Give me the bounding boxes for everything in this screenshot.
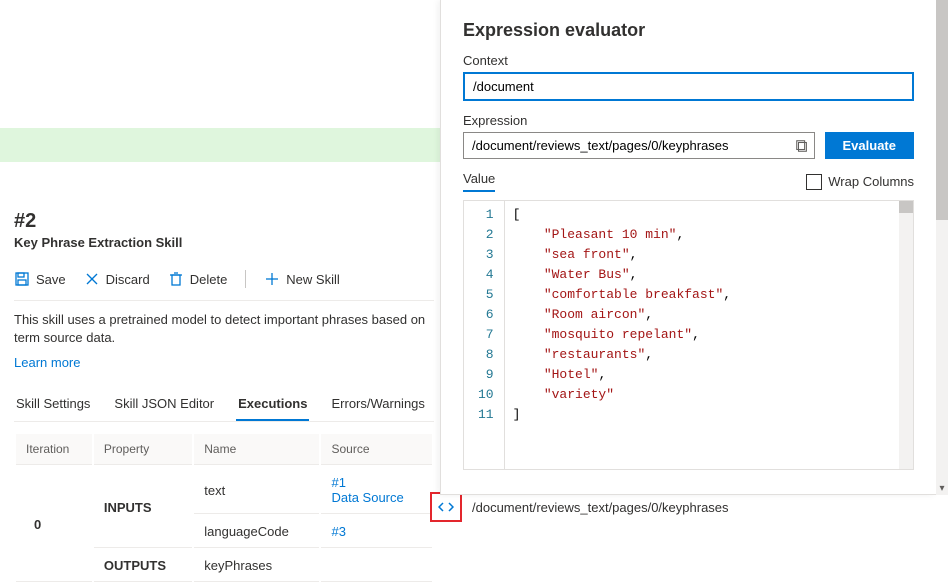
learn-more-link[interactable]: Learn more xyxy=(14,355,80,370)
wrap-columns-toggle[interactable]: Wrap Columns xyxy=(806,174,914,190)
iteration-value: 0 xyxy=(16,467,92,582)
context-input[interactable] xyxy=(463,72,914,101)
output-expression-path: /document/reviews_text/pages/0/keyphrase… xyxy=(472,500,729,515)
discard-label: Discard xyxy=(106,272,150,287)
discard-button[interactable]: Discard xyxy=(84,271,150,287)
tab-skill-settings[interactable]: Skill Settings xyxy=(14,388,92,421)
source-link-data[interactable]: Data Source xyxy=(331,490,403,505)
expression-icon-highlight xyxy=(430,492,462,522)
checkbox-icon xyxy=(806,174,822,190)
col-name: Name xyxy=(194,434,319,465)
new-skill-label: New Skill xyxy=(286,272,339,287)
expression-input[interactable] xyxy=(463,132,815,159)
row-text-name: text xyxy=(194,467,319,514)
new-skill-button[interactable]: New Skill xyxy=(264,271,339,287)
plus-icon xyxy=(264,271,280,287)
table-row: 0 INPUTS text #1 Data Source xyxy=(16,467,432,514)
property-outputs: OUTPUTS xyxy=(94,550,192,582)
save-label: Save xyxy=(36,272,66,287)
value-tab[interactable]: Value xyxy=(463,171,495,192)
code-icon[interactable] xyxy=(438,499,454,515)
save-button[interactable]: Save xyxy=(14,271,66,287)
context-label: Context xyxy=(463,53,914,68)
skill-toolbar: Save Discard Delete New Skill xyxy=(14,264,434,301)
save-icon xyxy=(14,271,30,287)
success-banner xyxy=(0,128,440,162)
wrap-columns-label: Wrap Columns xyxy=(828,174,914,189)
code-content: [ "Pleasant 10 min", "sea front", "Water… xyxy=(505,201,913,469)
trash-icon xyxy=(168,271,184,287)
close-icon xyxy=(84,271,100,287)
row-lang-name: languageCode xyxy=(194,516,319,548)
tab-json-editor[interactable]: Skill JSON Editor xyxy=(112,388,216,421)
table-header-row: Iteration Property Name Source xyxy=(16,434,432,465)
toolbar-separator xyxy=(245,270,246,288)
panel-scrollbar[interactable]: ▾ xyxy=(936,0,948,495)
tab-errors[interactable]: Errors/Warnings xyxy=(329,388,426,421)
source-link-3[interactable]: #3 xyxy=(331,524,345,539)
skill-detail-panel: #2 Key Phrase Extraction Skill Save Disc… xyxy=(14,210,434,584)
tab-executions[interactable]: Executions xyxy=(236,388,309,421)
skill-title: Key Phrase Extraction Skill xyxy=(14,235,434,250)
copy-icon[interactable] xyxy=(795,139,809,153)
skill-number: #2 xyxy=(14,210,434,233)
col-iteration: Iteration xyxy=(16,434,92,465)
col-source: Source xyxy=(321,434,432,465)
code-scrollbar[interactable] xyxy=(899,201,913,469)
row-text-source: #1 Data Source xyxy=(321,467,432,514)
expression-evaluator-panel: Expression evaluator Context Expression … xyxy=(440,0,936,495)
col-property: Property xyxy=(94,434,192,465)
evaluator-title: Expression evaluator xyxy=(463,20,914,41)
property-inputs: INPUTS xyxy=(94,467,192,548)
delete-label: Delete xyxy=(190,272,228,287)
delete-button[interactable]: Delete xyxy=(168,271,228,287)
scroll-down-icon[interactable]: ▾ xyxy=(936,481,948,495)
scrollbar-thumb[interactable] xyxy=(936,0,948,220)
expression-label: Expression xyxy=(463,113,914,128)
row-keyphrases-name: keyPhrases xyxy=(194,550,319,582)
skill-tabs: Skill Settings Skill JSON Editor Executi… xyxy=(14,388,434,422)
result-code-viewer[interactable]: 1234567891011 [ "Pleasant 10 min", "sea … xyxy=(463,200,914,470)
line-number-gutter: 1234567891011 xyxy=(464,201,505,469)
source-link-1[interactable]: #1 xyxy=(331,475,345,490)
skill-description: This skill uses a pretrained model to de… xyxy=(14,311,434,347)
evaluate-button[interactable]: Evaluate xyxy=(825,132,914,159)
executions-table: Iteration Property Name Source 0 INPUTS … xyxy=(14,432,434,584)
